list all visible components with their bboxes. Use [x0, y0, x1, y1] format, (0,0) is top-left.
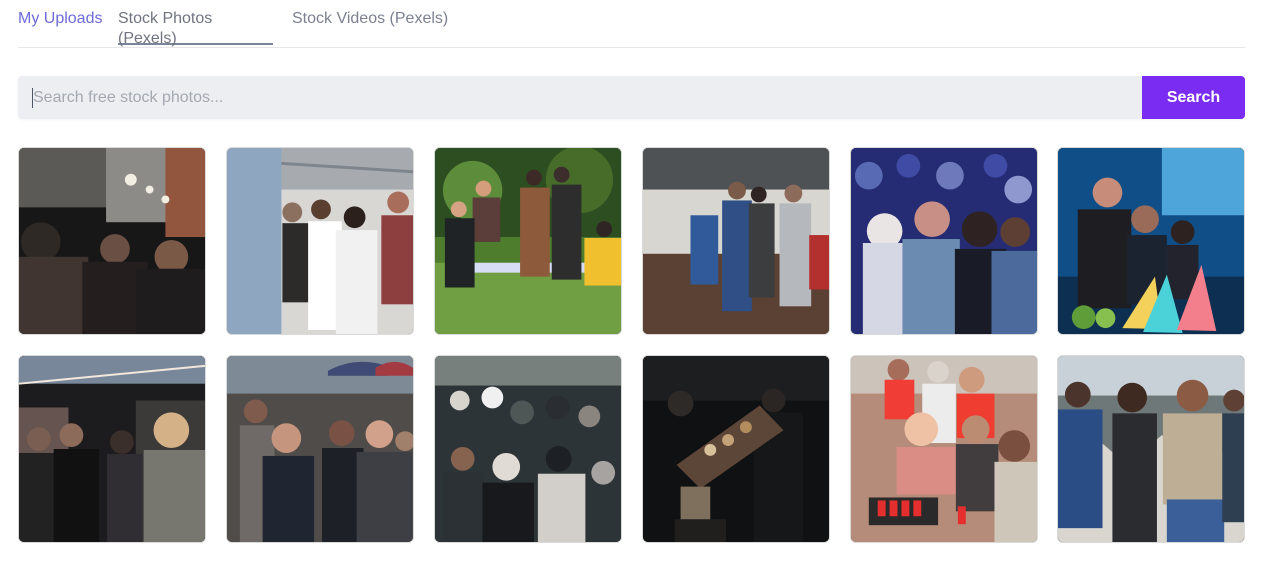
- photo-image: [435, 356, 621, 542]
- photo-thumbnail[interactable]: [1057, 355, 1245, 543]
- stock-media-picker: My Uploads Stock Photos (Pexels) Stock V…: [0, 0, 1261, 561]
- tab-stock-photos[interactable]: Stock Photos (Pexels): [118, 9, 273, 47]
- search-input[interactable]: [18, 76, 1142, 119]
- photo-image: [435, 148, 621, 334]
- photo-thumbnail[interactable]: [850, 355, 1038, 543]
- tabs-bar: My Uploads Stock Photos (Pexels) Stock V…: [18, 0, 1245, 48]
- search-button[interactable]: Search: [1142, 76, 1245, 119]
- photo-thumbnail[interactable]: [18, 147, 206, 335]
- search-bar: Search: [18, 76, 1245, 119]
- photo-thumbnail[interactable]: [226, 147, 414, 335]
- photo-thumbnail[interactable]: [434, 147, 622, 335]
- photo-image: [1058, 148, 1244, 334]
- photo-image: [643, 356, 829, 542]
- photo-thumbnail[interactable]: [642, 147, 830, 335]
- photo-image: [227, 356, 413, 542]
- tab-stock-videos[interactable]: Stock Videos (Pexels): [292, 9, 448, 43]
- text-caret: [32, 88, 33, 108]
- photo-thumbnail[interactable]: [434, 355, 622, 543]
- photo-image: [643, 148, 829, 334]
- photo-image: [19, 148, 205, 334]
- photo-thumbnail[interactable]: [642, 355, 830, 543]
- photo-image: [1058, 356, 1244, 542]
- photo-thumbnail[interactable]: [18, 355, 206, 543]
- photo-thumbnail[interactable]: [850, 147, 1038, 335]
- tab-my-uploads[interactable]: My Uploads: [18, 9, 102, 43]
- photo-image: [851, 148, 1037, 334]
- photo-image: [227, 148, 413, 334]
- photo-thumbnail[interactable]: [226, 355, 414, 543]
- photo-image: [851, 356, 1037, 542]
- photo-grid: [18, 147, 1246, 545]
- photo-image: [19, 356, 205, 542]
- photo-thumbnail[interactable]: [1057, 147, 1245, 335]
